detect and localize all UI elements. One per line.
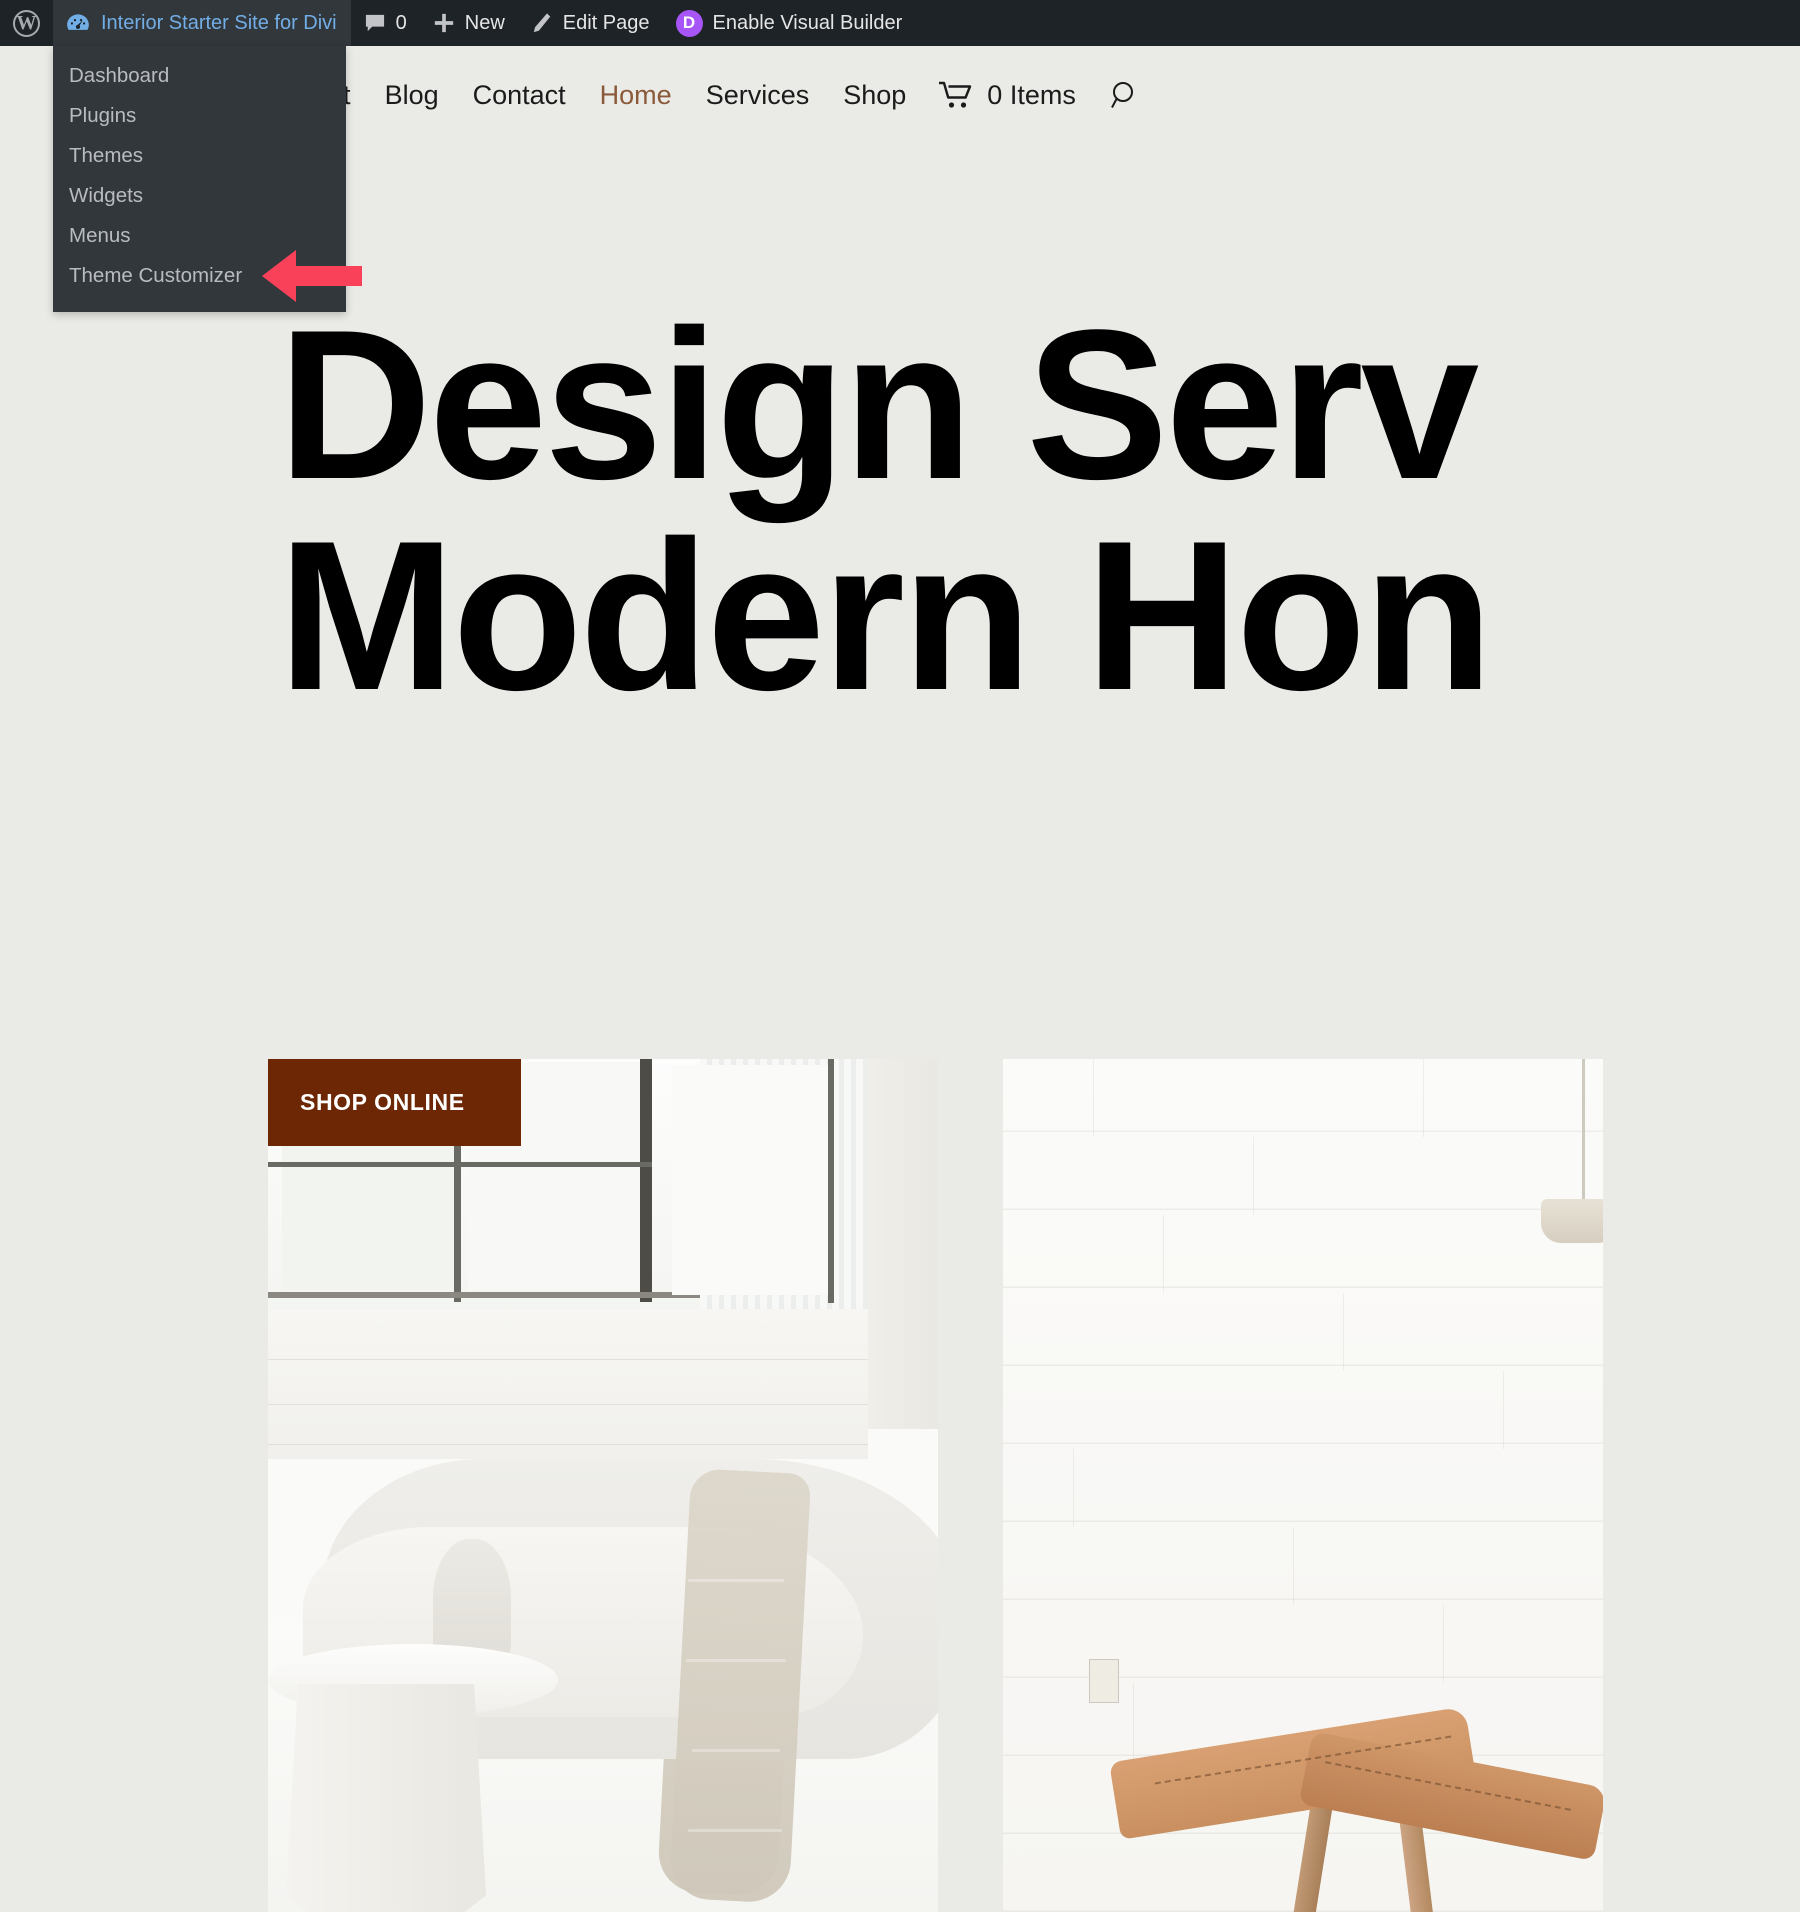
menu-item-menus-label: Menus: [69, 224, 131, 247]
hero-line-2: Modern Hon: [278, 496, 1493, 735]
shop-online-badge[interactable]: SHOP ONLINE: [268, 1059, 521, 1146]
enable-visual-builder-button[interactable]: D Enable Visual Builder: [663, 0, 916, 46]
menu-item-plugins-label: Plugins: [69, 104, 137, 127]
search-icon: [1110, 80, 1140, 110]
menu-item-theme-customizer-label: Theme Customizer: [69, 264, 243, 287]
enable-visual-builder-label: Enable Visual Builder: [712, 11, 903, 34]
divi-d-icon: D: [675, 9, 703, 37]
card-shop-online[interactable]: SHOP ONLINE: [268, 1059, 938, 1912]
dashboard-speedometer-icon: [65, 10, 91, 36]
comments-count: 0: [395, 11, 407, 34]
page-title: Design Serv Modern Hon: [278, 299, 1800, 723]
page-root: W Interior Starter Site for Divi 0 New E…: [0, 0, 1800, 1912]
search-button[interactable]: [1092, 80, 1158, 110]
menu-item-widgets[interactable]: Widgets: [53, 176, 346, 216]
hero-section: Design Serv Modern Hon: [0, 299, 1800, 723]
comments-button[interactable]: 0: [351, 0, 420, 46]
menu-item-plugins[interactable]: Plugins: [53, 96, 346, 136]
site-name-label: Interior Starter Site for Divi: [101, 11, 337, 34]
edit-page-button[interactable]: Edit Page: [518, 0, 663, 46]
wp-logo-button[interactable]: W: [0, 0, 53, 46]
wp-admin-bar: W Interior Starter Site for Divi 0 New E…: [0, 0, 1800, 46]
nav-item-home[interactable]: Home: [583, 80, 689, 111]
new-content-button[interactable]: New: [420, 0, 518, 46]
edit-page-label: Edit Page: [562, 11, 650, 34]
pencil-icon: [531, 12, 553, 34]
menu-item-dashboard-label: Dashboard: [69, 64, 170, 87]
brick-wall-chair-photo: [1003, 1059, 1603, 1912]
left-arrow-annotation-icon: [262, 248, 362, 309]
menu-item-themes-label: Themes: [69, 144, 144, 167]
site-name-menu[interactable]: Interior Starter Site for Divi: [53, 0, 351, 46]
loft-interior-photo: [268, 1059, 938, 1912]
comment-bubble-icon: [364, 13, 386, 33]
menu-item-themes[interactable]: Themes: [53, 136, 346, 176]
cart-button[interactable]: 0 Items: [923, 80, 1092, 111]
hero-line-1: Design Serv: [278, 286, 1479, 524]
feature-cards: SHOP ONLINE: [268, 1059, 1603, 1912]
card-interior-photo[interactable]: [1003, 1059, 1603, 1912]
nav-item-services[interactable]: Services: [689, 80, 827, 111]
menu-item-dashboard[interactable]: Dashboard: [53, 56, 346, 96]
menu-item-widgets-label: Widgets: [69, 184, 144, 207]
new-content-label: New: [464, 11, 505, 34]
nav-item-contact[interactable]: Contact: [456, 80, 583, 111]
cart-items-count: 0 Items: [987, 79, 1076, 110]
wordpress-logo-icon: W: [13, 9, 40, 37]
nav-item-shop[interactable]: Shop: [826, 80, 923, 111]
nav-item-blog[interactable]: Blog: [368, 80, 456, 111]
plus-icon: [433, 12, 455, 34]
shopping-cart-icon: [939, 81, 973, 109]
nav-links: bout Blog Contact Home Services Shop 0 I…: [281, 80, 1158, 111]
